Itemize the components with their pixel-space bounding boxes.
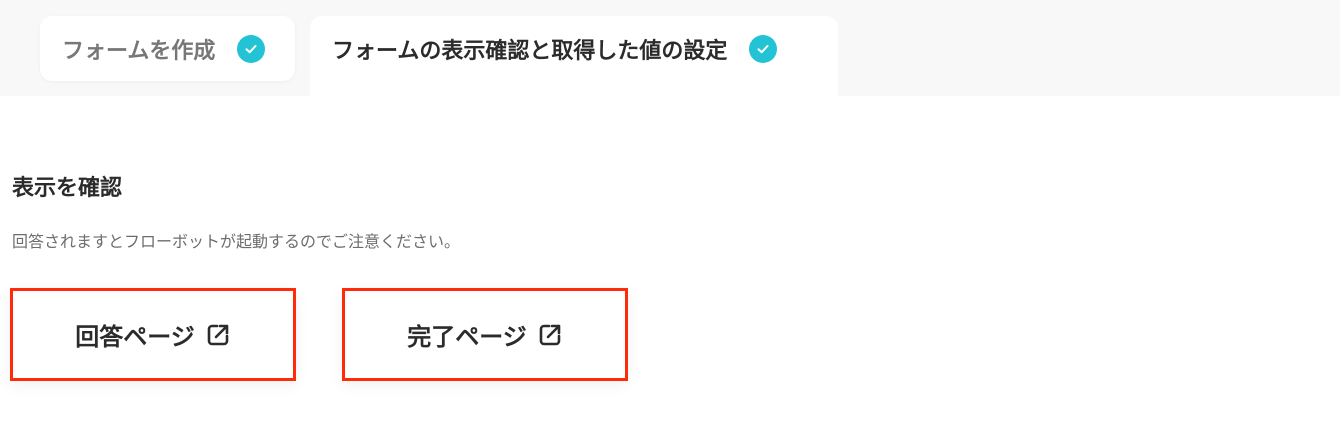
tab-create-form-label: フォームを作成	[62, 38, 216, 64]
external-link-icon	[205, 322, 231, 348]
answer-page-button[interactable]: 回答ページ	[10, 288, 296, 381]
check-circle-icon	[749, 35, 778, 63]
section-title: 表示を確認	[12, 176, 123, 201]
complete-page-button[interactable]: 完了ページ	[342, 288, 628, 381]
external-link-icon	[537, 322, 563, 348]
complete-page-button-label: 完了ページ	[407, 323, 527, 351]
tab-create-form[interactable]: フォームを作成	[40, 16, 295, 81]
step-tab-bar: フォームを作成 フォームの表示確認と取得した値の設定	[0, 0, 1340, 96]
answer-page-button-label: 回答ページ	[75, 323, 195, 351]
check-circle-icon	[237, 34, 266, 63]
tab-form-display-settings[interactable]: フォームの表示確認と取得した値の設定	[310, 16, 838, 96]
tab-form-display-settings-label: フォームの表示確認と取得した値の設定	[332, 39, 728, 64]
section-note: 回答されますとフローボットが起動するのでご注意ください。	[12, 232, 461, 251]
